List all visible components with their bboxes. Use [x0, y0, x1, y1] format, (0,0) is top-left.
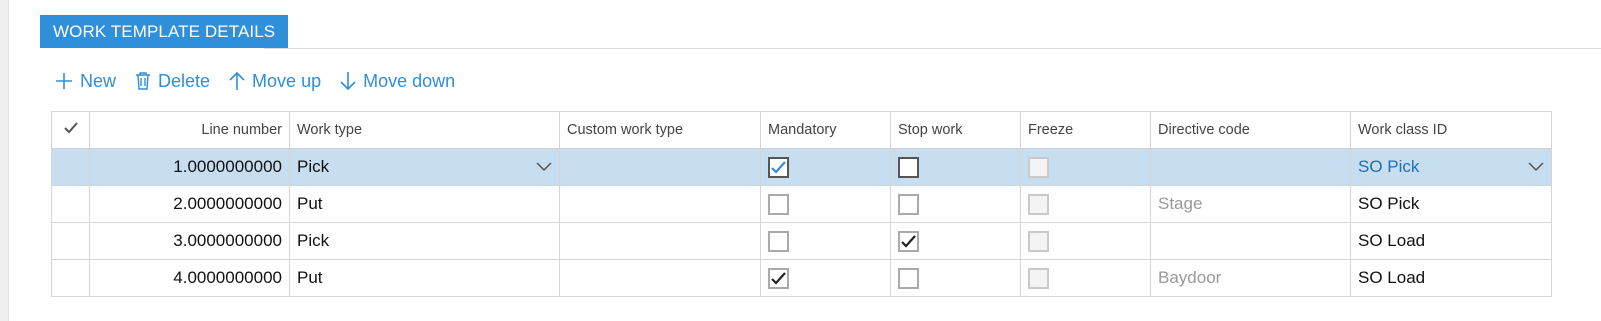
freeze-checkbox[interactable]	[1028, 156, 1049, 178]
work-type-cell[interactable]: Pick	[289, 222, 560, 260]
row-select-cell[interactable]	[51, 222, 90, 260]
work-type-value: Put	[297, 268, 323, 287]
left-edge-strip	[0, 0, 9, 321]
arrow-up-icon	[229, 71, 245, 90]
work-class-id-cell[interactable]: SO Pick	[1350, 185, 1552, 223]
directive-code-cell[interactable]	[1150, 148, 1351, 186]
stop-work-checkbox[interactable]	[898, 267, 919, 289]
work-class-id-cell[interactable]: SO Load	[1350, 259, 1552, 297]
move-down-button[interactable]: Move down	[339, 71, 455, 92]
freeze-checkbox[interactable]	[1028, 193, 1049, 215]
checkmark-icon	[771, 160, 786, 174]
col-stop-work[interactable]: Stop work	[890, 111, 1021, 149]
work-class-id-value: SO Pick	[1358, 157, 1420, 176]
table-row[interactable]: 2.0000000000 Put Stage SO Pick	[51, 185, 1552, 223]
stop-work-cell	[890, 185, 1021, 223]
delete-label: Delete	[158, 70, 211, 91]
work-type-value: Pick	[297, 157, 330, 176]
move-up-label: Move up	[252, 70, 322, 91]
checkmark-icon	[63, 122, 78, 134]
directive-code-cell[interactable]	[1150, 222, 1351, 260]
custom-work-type-cell[interactable]	[559, 222, 761, 260]
work-class-id-value: SO Load	[1358, 268, 1426, 287]
row-select-cell[interactable]	[51, 259, 90, 297]
col-work-class-id[interactable]: Work class ID	[1350, 111, 1552, 149]
section-header-tab[interactable]: WORK TEMPLATE DETAILS	[40, 15, 289, 48]
stop-work-cell	[890, 222, 1021, 260]
stop-work-checkbox[interactable]	[898, 156, 919, 178]
work-class-id-value: SO Load	[1358, 231, 1426, 250]
header-divider	[264, 48, 1601, 49]
mandatory-cell	[760, 222, 891, 260]
new-label: New	[80, 70, 117, 91]
work-template-lines-grid: Line number Work type Custom work type M…	[51, 111, 1552, 297]
freeze-cell	[1020, 222, 1151, 260]
work-type-cell[interactable]: Put	[289, 185, 560, 223]
freeze-cell	[1020, 259, 1151, 297]
checkmark-icon	[901, 234, 916, 248]
mandatory-cell	[760, 259, 891, 297]
mandatory-cell	[760, 185, 891, 223]
line-number-cell[interactable]: 1.0000000000	[89, 148, 290, 186]
work-type-cell[interactable]: Pick	[289, 148, 560, 186]
delete-button[interactable]: Delete	[134, 71, 210, 92]
work-type-cell[interactable]: Put	[289, 259, 560, 297]
grid-toolbar: New Delete Move up Move down	[54, 66, 473, 96]
select-all-header[interactable]	[51, 111, 90, 149]
arrow-down-icon	[340, 72, 356, 91]
directive-code-cell[interactable]: Baydoor	[1150, 259, 1351, 297]
line-number-cell[interactable]: 2.0000000000	[89, 185, 290, 223]
col-work-type[interactable]: Work type	[289, 111, 560, 149]
mandatory-cell	[760, 148, 891, 186]
stop-work-cell	[890, 259, 1021, 297]
move-up-button[interactable]: Move up	[228, 71, 321, 92]
col-custom-work-type[interactable]: Custom work type	[559, 111, 761, 149]
line-number-cell[interactable]: 4.0000000000	[89, 259, 290, 297]
move-down-label: Move down	[363, 70, 456, 91]
mandatory-checkbox[interactable]	[768, 193, 789, 215]
trash-icon	[136, 72, 151, 90]
mandatory-checkbox[interactable]	[768, 156, 789, 178]
work-class-id-cell[interactable]: SO Pick	[1350, 148, 1552, 186]
table-row[interactable]: 3.0000000000 Pick SO Load	[51, 222, 1552, 260]
plus-icon	[56, 73, 72, 89]
col-directive-code[interactable]: Directive code	[1150, 111, 1351, 149]
col-line-number[interactable]: Line number	[89, 111, 290, 149]
row-select-cell[interactable]	[51, 148, 90, 186]
directive-code-cell[interactable]: Stage	[1150, 185, 1351, 223]
new-button[interactable]: New	[54, 71, 116, 92]
freeze-cell	[1020, 185, 1151, 223]
stop-work-cell	[890, 148, 1021, 186]
col-freeze[interactable]: Freeze	[1020, 111, 1151, 149]
work-type-value: Put	[297, 194, 323, 213]
row-select-cell[interactable]	[51, 185, 90, 223]
grid-header-row: Line number Work type Custom work type M…	[51, 111, 1552, 149]
custom-work-type-cell[interactable]	[559, 185, 761, 223]
table-row[interactable]: 1.0000000000 Pick SO Pick	[51, 148, 1552, 186]
mandatory-checkbox[interactable]	[768, 267, 789, 289]
work-class-id-cell[interactable]: SO Load	[1350, 222, 1552, 260]
work-class-id-value: SO Pick	[1358, 194, 1420, 213]
chevron-down-icon[interactable]	[1528, 162, 1544, 172]
freeze-checkbox[interactable]	[1028, 267, 1049, 289]
freeze-checkbox[interactable]	[1028, 230, 1049, 252]
work-type-value: Pick	[297, 231, 330, 250]
line-number-cell[interactable]: 3.0000000000	[89, 222, 290, 260]
stop-work-checkbox[interactable]	[898, 193, 919, 215]
stop-work-checkbox[interactable]	[898, 230, 919, 252]
freeze-cell	[1020, 148, 1151, 186]
chevron-down-icon[interactable]	[536, 162, 552, 172]
col-mandatory[interactable]: Mandatory	[760, 111, 891, 149]
custom-work-type-cell[interactable]	[559, 259, 761, 297]
checkmark-icon	[771, 271, 786, 285]
mandatory-checkbox[interactable]	[768, 230, 789, 252]
custom-work-type-cell[interactable]	[559, 148, 761, 186]
table-row[interactable]: 4.0000000000 Put Baydoor SO Load	[51, 259, 1552, 297]
